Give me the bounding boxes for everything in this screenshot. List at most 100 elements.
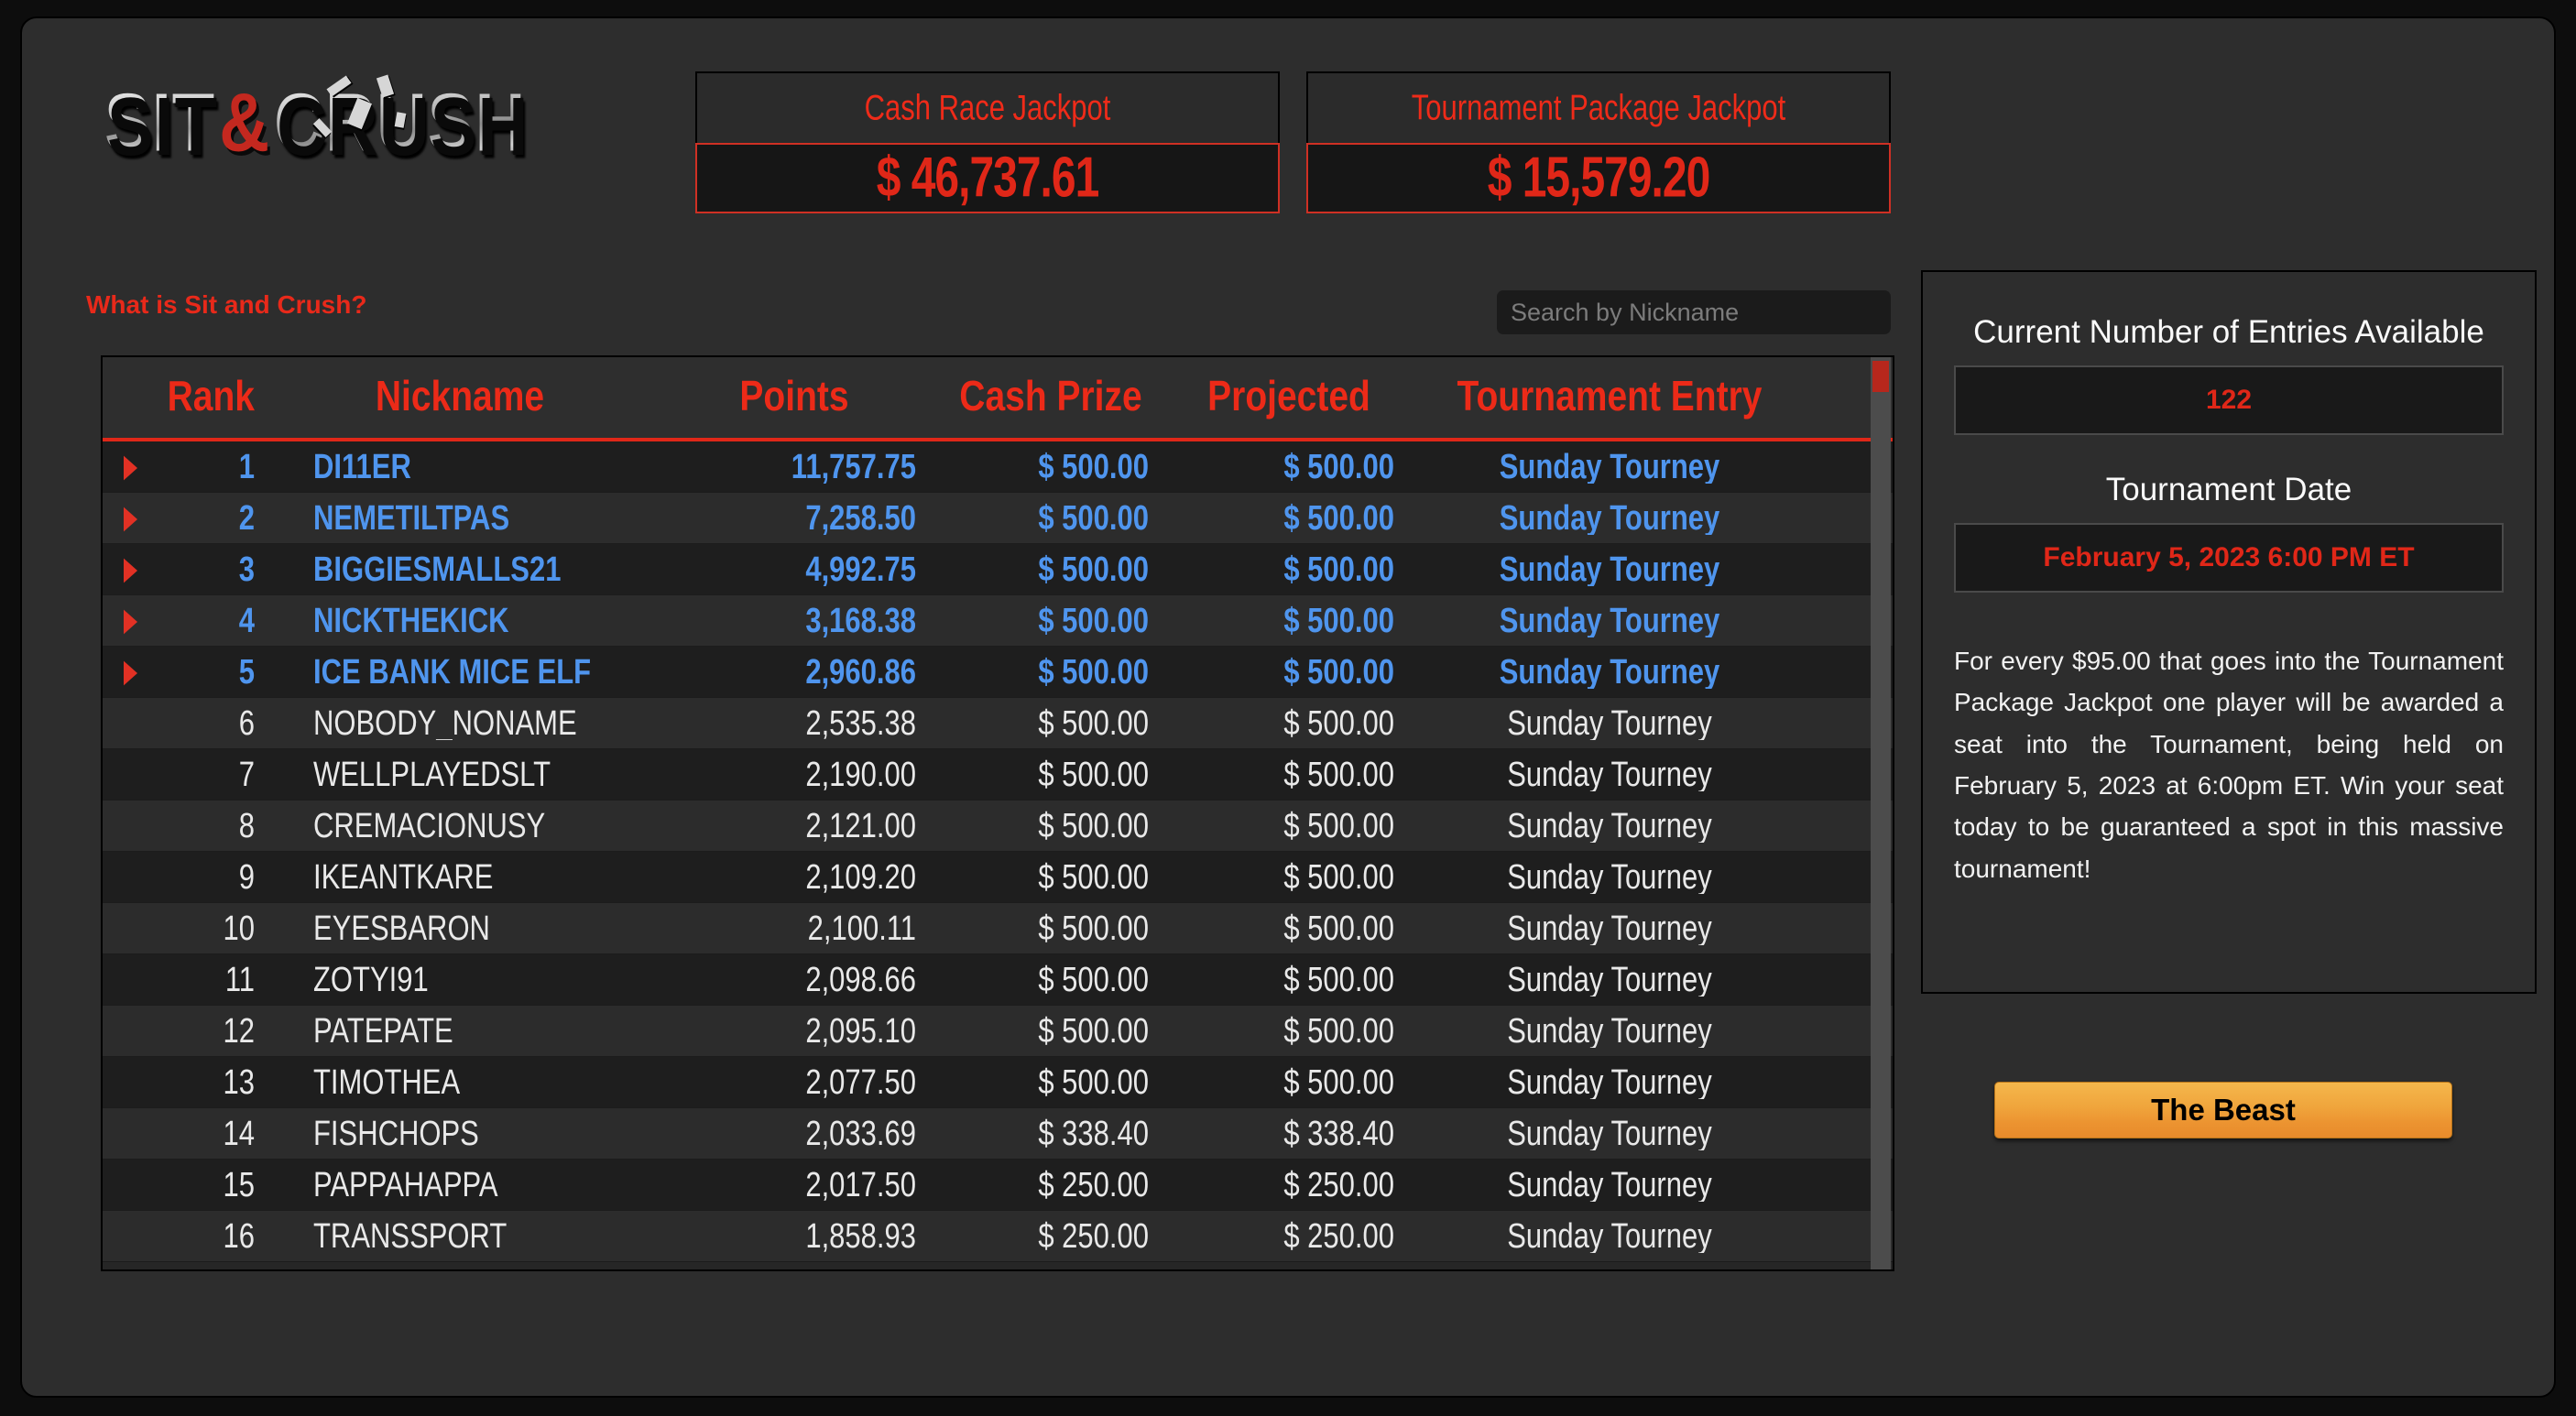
cell-tournament-entry: Sunday Tourney xyxy=(1413,553,1806,586)
cell-rank: 11 xyxy=(158,964,267,997)
cell-rank: 4 xyxy=(158,605,267,637)
cell-rank-text: 6 xyxy=(238,706,255,740)
row-marker-arrow xyxy=(103,553,158,586)
cell-tournament-entry-text: Sunday Tourney xyxy=(1507,1219,1712,1253)
cell-points-text: 2,095.10 xyxy=(805,1014,916,1048)
column-header-rank[interactable]: Rank xyxy=(158,374,267,420)
table-row[interactable]: 1 DI11ER 11,757.75 $ 500.00 $ 500.00 Sunday T… xyxy=(103,441,1893,493)
cell-cash-prize-text: $ 500.00 xyxy=(1038,757,1149,791)
table-row[interactable]: 4 NICKTHEKICK 3,168.38 $ 500.00 $ 500.00 Sund… xyxy=(103,595,1893,647)
cell-projected-text: $ 500.00 xyxy=(1283,911,1394,945)
cell-points: 1,858.93 xyxy=(652,1220,936,1253)
cell-projected-text: $ 500.00 xyxy=(1283,757,1394,791)
app-shell: SIT & CRUSH Cash Race Jackpot $ 46,737.6… xyxy=(20,16,2556,1398)
cell-nickname: ZOTYI91 xyxy=(267,964,652,997)
table-row[interactable]: 5 ICE BANK MICE ELF 2,960.86 $ 500.00 $ 500.… xyxy=(103,647,1893,698)
cell-cash-prize: $ 338.40 xyxy=(936,1117,1165,1150)
cell-nickname: TRANSSPORT xyxy=(267,1220,652,1253)
cell-projected-text: $ 500.00 xyxy=(1283,1065,1394,1099)
the-beast-button[interactable]: The Beast xyxy=(1994,1082,2452,1138)
column-header-cash-prize[interactable]: Cash Prize xyxy=(936,374,1165,420)
cell-rank-text: 3 xyxy=(238,552,255,586)
row-marker-arrow xyxy=(103,451,158,484)
cell-tournament-entry: Sunday Tourney xyxy=(1413,758,1806,791)
cell-points: 2,960.86 xyxy=(652,656,936,689)
column-header-points[interactable]: Points xyxy=(652,374,936,420)
cell-cash-prize: $ 500.00 xyxy=(936,707,1165,740)
cell-cash-prize-text: $ 500.00 xyxy=(1038,604,1149,637)
cell-tournament-entry: Sunday Tourney xyxy=(1413,707,1806,740)
cell-tournament-entry: Sunday Tourney xyxy=(1413,1117,1806,1150)
play-arrow-icon xyxy=(123,558,137,583)
cell-nickname-text: NOBODY_NONAME xyxy=(313,706,577,740)
cell-points: 11,757.75 xyxy=(652,451,936,484)
table-row[interactable]: 13 TIMOTHEA 2,077.50 $ 500.00 $ 500.00 Sunday… xyxy=(103,1057,1893,1108)
table-row[interactable]: 6 NOBODY_NONAME 2,535.38 $ 500.00 $ 500.00 Su… xyxy=(103,698,1893,749)
cell-points: 2,121.00 xyxy=(652,810,936,843)
cell-cash-prize-text: $ 500.00 xyxy=(1038,963,1149,997)
cell-tournament-entry: Sunday Tourney xyxy=(1413,1066,1806,1099)
cell-projected-text: $ 500.00 xyxy=(1283,860,1394,894)
entries-available-value: 122 xyxy=(2205,385,2253,415)
cell-cash-prize-text: $ 500.00 xyxy=(1038,706,1149,740)
column-header-rank-text: Rank xyxy=(167,374,255,420)
cell-projected: $ 250.00 xyxy=(1165,1169,1413,1202)
cell-points-text: 2,077.50 xyxy=(805,1065,916,1099)
table-row[interactable]: 14 FISHCHOPS 2,033.69 $ 338.40 $ 338.40 Sunda… xyxy=(103,1108,1893,1160)
play-arrow-icon xyxy=(123,660,137,686)
cell-points-text: 2,121.00 xyxy=(805,809,916,843)
cell-points: 2,109.20 xyxy=(652,861,936,894)
cell-points-text: 2,535.38 xyxy=(805,706,916,740)
column-header-tournament-entry[interactable]: Tournament Entry xyxy=(1413,374,1806,420)
what-is-sit-and-crush-link[interactable]: What is Sit and Crush? xyxy=(86,290,366,320)
table-row[interactable]: 11 ZOTYI91 2,098.66 $ 500.00 $ 500.00 Sunday … xyxy=(103,954,1893,1006)
column-header-nickname[interactable]: Nickname xyxy=(267,374,652,420)
cell-projected: $ 500.00 xyxy=(1165,1066,1413,1099)
cell-tournament-entry-text: Sunday Tourney xyxy=(1507,1168,1712,1202)
cell-tournament-entry-text: Sunday Tourney xyxy=(1499,655,1720,689)
column-header-cash-prize-text: Cash Prize xyxy=(959,374,1142,420)
table-row[interactable]: 9 IKEANTKARE 2,109.20 $ 500.00 $ 500.00 Sunda… xyxy=(103,852,1893,903)
cell-points-text: 2,033.69 xyxy=(805,1116,916,1150)
leaderboard-scroll-thumb[interactable] xyxy=(1872,361,1889,392)
cell-rank-text: 11 xyxy=(224,963,255,997)
cell-tournament-entry-text: Sunday Tourney xyxy=(1499,501,1720,535)
cell-cash-prize-text: $ 250.00 xyxy=(1038,1219,1149,1253)
cell-nickname-text: EYESBARON xyxy=(313,911,490,945)
cell-nickname-text: TIMOTHEA xyxy=(313,1065,461,1099)
cell-tournament-entry: Sunday Tourney xyxy=(1413,451,1806,484)
row-marker-arrow xyxy=(103,656,158,689)
cell-nickname: WELLPLAYEDSLT xyxy=(267,758,652,791)
cell-points-text: 3,168.38 xyxy=(805,604,916,637)
cell-projected-text: $ 250.00 xyxy=(1283,1219,1394,1253)
leaderboard-header: Rank Nickname Points Cash Prize Projecte… xyxy=(103,357,1893,441)
table-row[interactable]: 2 NEMETILTPAS 7,258.50 $ 500.00 $ 500.00 Sund… xyxy=(103,493,1893,544)
row-marker-arrow xyxy=(103,605,158,637)
cell-cash-prize-text: $ 500.00 xyxy=(1038,450,1149,484)
table-row[interactable]: 8 CREMACIONUSY 2,121.00 $ 500.00 $ 500.00 Sun… xyxy=(103,801,1893,852)
table-row[interactable]: 10 EYESBARON 2,100.11 $ 500.00 $ 500.00 Sunda… xyxy=(103,903,1893,954)
search-input[interactable] xyxy=(1497,290,1891,334)
cell-nickname: NICKTHEKICK xyxy=(267,605,652,637)
table-row[interactable]: 3 BIGGIESMALLS21 4,992.75 $ 500.00 $ 500.00 S… xyxy=(103,544,1893,595)
cell-projected: $ 500.00 xyxy=(1165,861,1413,894)
leaderboard-scrollbar[interactable] xyxy=(1871,357,1891,1269)
table-row[interactable]: 16 TRANSSPORT 1,858.93 $ 250.00 $ 250.00 Sund… xyxy=(103,1211,1893,1262)
column-header-projected[interactable]: Projected xyxy=(1165,374,1413,420)
table-row[interactable]: 12 PATEPATE 2,095.10 $ 500.00 $ 500.00 Sunday… xyxy=(103,1006,1893,1057)
table-row[interactable]: 15 PAPPAHAPPA 2,017.50 $ 250.00 $ 250.00 Sund… xyxy=(103,1160,1893,1211)
table-row[interactable]: 7 WELLPLAYEDSLT 2,190.00 $ 500.00 $ 500.00 Su… xyxy=(103,749,1893,801)
row-marker-arrow xyxy=(103,502,158,535)
cell-cash-prize: $ 250.00 xyxy=(936,1169,1165,1202)
entries-available-box: 122 xyxy=(1954,365,2504,435)
cell-points-text: 2,100.11 xyxy=(807,911,916,945)
cell-nickname-text: CREMACIONUSY xyxy=(313,809,546,843)
cell-projected: $ 500.00 xyxy=(1165,912,1413,945)
tournament-date-title: Tournament Date xyxy=(2105,472,2352,507)
tournament-info-panel: Current Number of Entries Available 122 … xyxy=(1921,270,2537,994)
cell-rank-text: 10 xyxy=(223,911,255,945)
cell-rank: 3 xyxy=(158,553,267,586)
cell-cash-prize: $ 500.00 xyxy=(936,861,1165,894)
cell-projected-text: $ 500.00 xyxy=(1283,706,1394,740)
cell-tournament-entry-text: Sunday Tourney xyxy=(1499,450,1720,484)
